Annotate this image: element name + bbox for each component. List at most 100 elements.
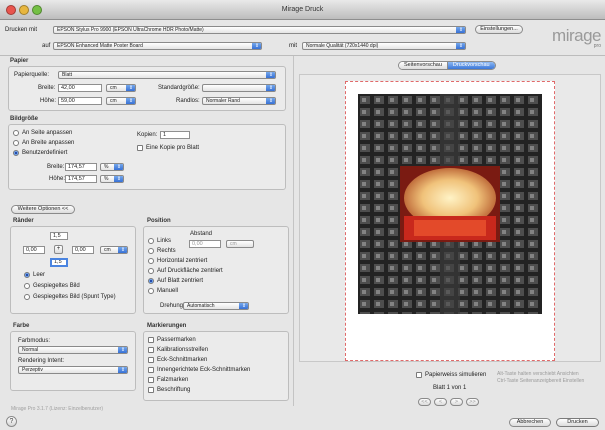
cancel-button[interactable]: Abbrechen bbox=[509, 418, 551, 427]
one-copy-option[interactable]: Eine Kopie pro Blatt bbox=[137, 145, 199, 151]
borderless-select[interactable]: Normaler Rand ⇕ bbox=[202, 97, 276, 105]
rotation-select[interactable]: Automatisch ⇕ bbox=[183, 302, 249, 310]
chevron-down-icon: ⇕ bbox=[118, 247, 127, 253]
pos-hcenter-label: Horizontal zentriert bbox=[157, 258, 208, 264]
pos-left-option[interactable]: Links bbox=[148, 238, 171, 244]
radio-hcenter[interactable] bbox=[148, 258, 154, 264]
margin-left-input[interactable]: 0,00 bbox=[23, 246, 45, 254]
pos-manual-option[interactable]: Manuell bbox=[148, 288, 178, 294]
help-button[interactable]: ? bbox=[6, 416, 17, 427]
scale-height-unit[interactable]: % ⇕ bbox=[100, 175, 124, 183]
print-button[interactable]: Drucken bbox=[556, 418, 599, 427]
custom-option[interactable]: Benutzerdefiniert bbox=[13, 150, 67, 156]
paper-height-input[interactable]: 59,00 bbox=[58, 97, 102, 105]
mode-empty-option[interactable]: Leer bbox=[24, 272, 45, 278]
radio-empty[interactable] bbox=[24, 272, 30, 278]
quality-label: mit bbox=[289, 43, 297, 49]
first-page-button[interactable]: << bbox=[418, 398, 431, 406]
hint-line-2: Ctrl-Taste Seitenanzeigbereit Einstellen bbox=[497, 378, 585, 384]
pos-printarea-label: Auf Druckfläche zentriert bbox=[157, 268, 223, 274]
window-title: Mirage Druck bbox=[281, 6, 324, 13]
paper-source-label: Papierquelle: bbox=[14, 72, 50, 78]
tab-page-preview[interactable]: Seitenvorschau bbox=[399, 62, 447, 69]
margin-unit[interactable]: cm ⇕ bbox=[100, 246, 128, 254]
calibration-checkbox[interactable] bbox=[148, 347, 154, 353]
fit-width-label: An Breite anpassen bbox=[22, 140, 75, 146]
mark-calibration[interactable]: Kalibrationsstreifen bbox=[148, 347, 208, 353]
theater-image bbox=[358, 94, 542, 314]
one-copy-checkbox[interactable] bbox=[137, 145, 143, 151]
scale-width-unit[interactable]: % ⇕ bbox=[100, 163, 124, 171]
quality-select[interactable]: Normale Qualität (720x1440 dpi) ⇕ bbox=[302, 42, 466, 50]
rendering-intent-select[interactable]: Perzeptiv ⇕ bbox=[18, 366, 128, 374]
scale-width-input[interactable]: 174,57 bbox=[65, 163, 97, 171]
pos-sheet-option[interactable]: Auf Blatt zentriert bbox=[148, 278, 203, 284]
unit-value: cm bbox=[104, 247, 111, 253]
paper-width-unit[interactable]: cm ⇕ bbox=[106, 84, 136, 92]
register-marks-checkbox[interactable] bbox=[148, 337, 154, 343]
mode-mirrored-option[interactable]: Gespiegeltes Bild bbox=[24, 283, 80, 289]
radio-mirrored[interactable] bbox=[24, 283, 30, 289]
radio-fit-width[interactable] bbox=[13, 140, 19, 146]
paper-height-unit[interactable]: cm ⇕ bbox=[106, 97, 136, 105]
fit-width-option[interactable]: An Breite anpassen bbox=[13, 140, 74, 146]
last-page-button[interactable]: >> bbox=[466, 398, 479, 406]
mark-corner-crop[interactable]: Eck-Schnittmarken bbox=[148, 357, 207, 363]
spacing-unit[interactable]: cm bbox=[226, 240, 254, 248]
pos-right-label: Rechts bbox=[157, 248, 176, 254]
scale-width-label: Breite: bbox=[47, 164, 65, 170]
radio-left[interactable] bbox=[148, 238, 154, 244]
radio-mirrored-spunt[interactable] bbox=[24, 294, 30, 300]
mode-mirrored-spunt-option[interactable]: Gespiegeltes Bild (Spunt Type) bbox=[24, 294, 116, 300]
media-select[interactable]: EPSON Enhanced Matte Poster Board ⇕ bbox=[53, 42, 262, 50]
color-mode-select[interactable]: Normal ⇕ bbox=[18, 346, 128, 354]
spacing-input[interactable]: 0,00 bbox=[189, 240, 221, 248]
paper-source-value: Blatt bbox=[62, 72, 73, 78]
paper-source-select[interactable]: Blatt ⇕ bbox=[58, 71, 276, 79]
mark-inner-corner-crop[interactable]: Innengerichtete Eck-Schnittmarken bbox=[148, 367, 250, 373]
chevron-down-icon: ⇕ bbox=[126, 98, 135, 104]
pos-right-option[interactable]: Rechts bbox=[148, 248, 176, 254]
pos-hcenter-option[interactable]: Horizontal zentriert bbox=[148, 258, 207, 264]
margin-top-input[interactable]: 1,5 bbox=[50, 232, 68, 240]
inner-corner-crop-checkbox[interactable] bbox=[148, 367, 154, 373]
prev-page-button[interactable]: < bbox=[434, 398, 447, 406]
fold-marks-checkbox[interactable] bbox=[148, 377, 154, 383]
radio-printarea[interactable] bbox=[148, 268, 154, 274]
copies-input[interactable]: 1 bbox=[160, 131, 190, 139]
printer-select[interactable]: EPSON Stylus Pro 9900 (EPSON UltraChrome… bbox=[53, 26, 466, 34]
settings-button[interactable]: Einstellungen... bbox=[475, 25, 523, 34]
paper-width-input[interactable]: 42,00 bbox=[58, 84, 102, 92]
corner-crop-checkbox[interactable] bbox=[148, 357, 154, 363]
mark-caption[interactable]: Beschriftung bbox=[148, 387, 190, 393]
printer-value: EPSON Stylus Pro 9900 (EPSON UltraChrome… bbox=[57, 27, 204, 33]
caption-checkbox[interactable] bbox=[148, 387, 154, 393]
borderless-label: Randlos: bbox=[176, 98, 200, 104]
margin-bottom-input[interactable]: 1,5 bbox=[50, 258, 68, 267]
page-info: Blatt 1 von 1 bbox=[433, 385, 467, 391]
next-page-button[interactable]: > bbox=[450, 398, 463, 406]
chevron-down-icon: ⇕ bbox=[239, 303, 248, 309]
std-size-select[interactable]: ⇕ bbox=[202, 84, 276, 92]
fit-page-option[interactable]: An Seite anpassen bbox=[13, 130, 72, 136]
scale-height-input[interactable]: 174,57 bbox=[65, 175, 97, 183]
more-options-button[interactable]: Weitere Optionen << bbox=[11, 205, 75, 214]
paper-width-label: Breite: bbox=[38, 85, 56, 91]
radio-sheet[interactable] bbox=[148, 278, 154, 284]
radio-right[interactable] bbox=[148, 248, 154, 254]
margin-lock-button[interactable]: + bbox=[54, 245, 63, 254]
mode-empty-label: Leer bbox=[33, 272, 46, 278]
chevron-down-icon: ⇕ bbox=[252, 43, 261, 49]
one-copy-label: Eine Kopie pro Blatt bbox=[146, 145, 200, 151]
radio-custom[interactable] bbox=[13, 150, 19, 156]
mark-fold[interactable]: Falzmarken bbox=[148, 377, 188, 383]
simulate-paper-option[interactable]: Papierweiss simulieren bbox=[416, 372, 486, 378]
simulate-paper-checkbox[interactable] bbox=[416, 372, 422, 378]
tab-print-preview[interactable]: Druckvorschau bbox=[446, 62, 495, 69]
margin-right-input[interactable]: 0,00 bbox=[72, 246, 94, 254]
mark-register[interactable]: Passermarken bbox=[148, 337, 196, 343]
radio-fit-page[interactable] bbox=[13, 130, 19, 136]
pos-printarea-option[interactable]: Auf Druckfläche zentriert bbox=[148, 268, 223, 274]
hint-line-1: Alt-Taste halten verschiebt Ansichten bbox=[497, 371, 579, 377]
radio-manual[interactable] bbox=[148, 288, 154, 294]
